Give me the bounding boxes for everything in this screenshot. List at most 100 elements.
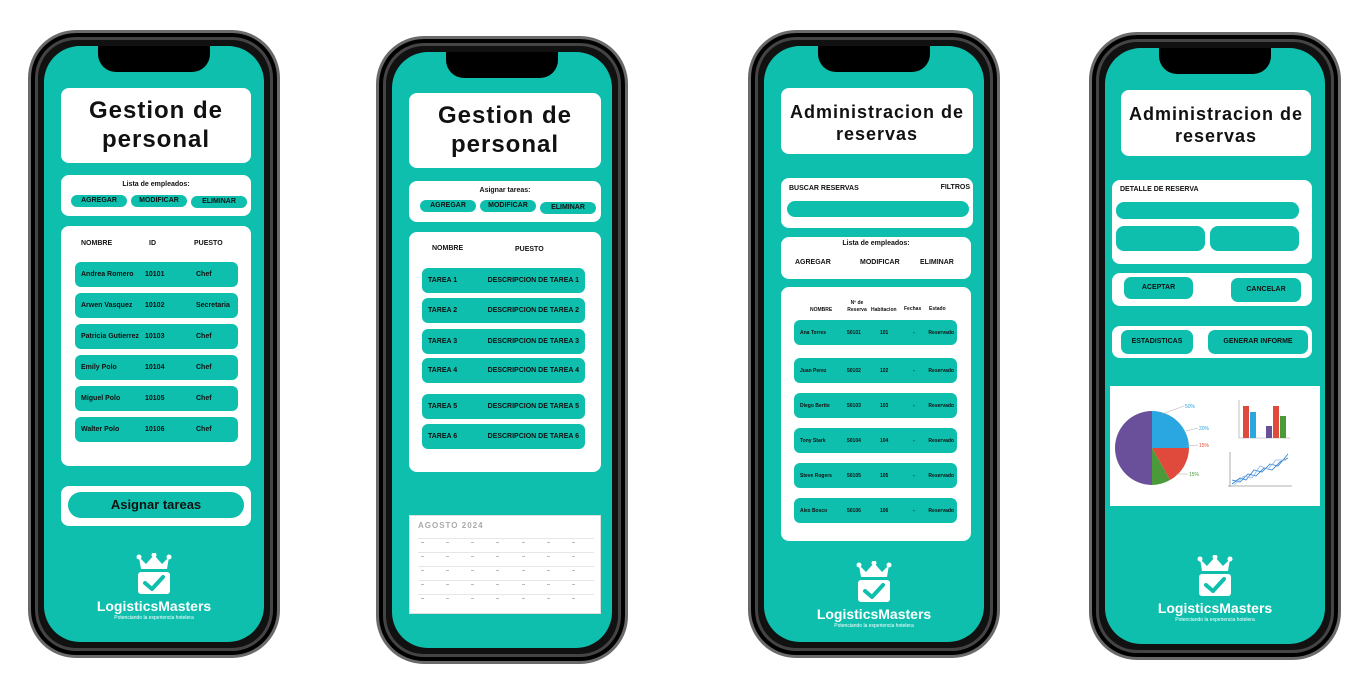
task-row[interactable]: TAREA 1 DESCRIPCION DE TAREA 1 [422,268,585,293]
calendar-cell [418,594,444,608]
cell-descripcion: DESCRIPCION DE TAREA 4 [487,367,579,374]
calendar-cell [568,566,594,580]
calendar-cell [468,552,494,566]
task-row[interactable]: TAREA 2 DESCRIPCION DE TAREA 2 [422,298,585,323]
agregar-button[interactable]: AGREGAR [420,200,476,212]
accept-button[interactable]: ACEPTAR [1124,277,1193,299]
calendar-cell [518,538,544,552]
notch [98,46,210,72]
stats-button[interactable]: ESTADISTICAS [1121,330,1193,354]
cell-nombre: Walter Polo [81,426,120,433]
cancel-button[interactable]: CANCELAR [1231,278,1301,302]
cell-descripcion: DESCRIPCION DE TAREA 1 [487,277,579,284]
crown-check-icon [856,560,892,603]
calendar-cell [543,580,569,594]
brand-tagline: Potenciando la experiencia hotelera [834,623,914,629]
cell-nombre: Emily Polo [81,364,117,371]
header-nombre: NOMBRE [81,240,113,247]
page-title: Administracion de reservas [1128,104,1304,146]
cell-habitacion: 104 [880,438,889,444]
notch [446,52,558,78]
search-card: BUSCAR RESERVAS FILTROS [781,178,973,228]
reservation-row[interactable]: Alex Bosco 50106 106 - Reservado [794,498,957,523]
header-puesto: PUESTO [515,246,544,253]
calendar-cell [443,566,469,580]
pie-label-2: 20% [1199,426,1210,432]
brand-tagline: Potenciando la experiencia hotelera [1175,617,1255,623]
calendar-cell [543,566,569,580]
pie-slice-purple [1115,411,1152,485]
eliminar-button[interactable]: ELIMINAR [920,259,954,266]
filters-button[interactable]: FILTROS [941,184,970,191]
reservation-row[interactable]: Ana Torres 50101 101 - Reservado [794,320,957,345]
detail-field-2[interactable] [1116,226,1205,251]
reservation-row[interactable]: Juan Perez 50102 102 - Reservado [794,358,957,383]
calendar-cell [518,552,544,566]
calendar-cell [518,566,544,580]
eliminar-button[interactable]: ELIMINAR [540,202,596,214]
cell-estado: Reservado [928,473,954,479]
cell-puesto: Chef [196,271,212,278]
brand-tagline: Potenciando la experiencia hotelera [114,615,194,621]
cell-reserva: 50102 [847,368,861,374]
cell-id: 10101 [145,271,165,278]
reservations-toolbar: Lista de empleados: AGREGAR MODIFICAR EL… [781,237,971,279]
cell-habitacion: 106 [880,508,889,514]
reservation-row[interactable]: Tony Stark 50104 104 - Reservado [794,428,957,453]
search-input[interactable] [787,201,969,217]
modificar-button[interactable]: MODIFICAR [480,200,536,212]
header-card: Administracion de reservas [781,88,973,154]
task-row[interactable]: TAREA 5 DESCRIPCION DE TAREA 5 [422,394,585,419]
header-habitacion: Habitacion [871,307,897,313]
calendar-cell [493,580,519,594]
list-title: Lista de empleados: [842,240,910,247]
table-row[interactable]: Andrea Romero 10101 Chef [75,262,238,287]
calendar-cell [468,538,494,552]
modificar-button[interactable]: MODIFICAR [131,195,187,207]
cell-tarea: TAREA 5 [428,403,458,410]
generate-report-button[interactable]: GENERAR INFORME [1208,330,1308,354]
cell-tarea: TAREA 2 [428,307,458,314]
brand-logo: LogisticsMasters Potenciando la experien… [44,552,264,621]
detail-field-3[interactable] [1210,226,1299,251]
task-row[interactable]: TAREA 3 DESCRIPCION DE TAREA 3 [422,329,585,354]
agregar-button[interactable]: AGREGAR [71,195,127,207]
search-label: BUSCAR RESERVAS [789,185,859,192]
table-row[interactable]: Arwen Vasquez 10102 Secretaria [75,293,238,318]
assign-tasks-button[interactable]: Asignar tareas [68,492,244,518]
pie-label-1: 50% [1185,404,1196,410]
header-nombre: NOMBRE [810,307,833,313]
calendar-cell [468,580,494,594]
calendar-cell [468,566,494,580]
table-row[interactable]: Patricia Gutierrez 10103 Chef [75,324,238,349]
calendar-cell [543,552,569,566]
task-row[interactable]: TAREA 6 DESCRIPCION DE TAREA 6 [422,424,585,449]
eliminar-button[interactable]: ELIMINAR [191,196,247,208]
cell-habitacion: 101 [880,330,889,336]
table-row[interactable]: Miguel Polo 10105 Chef [75,386,238,411]
cell-estado: Reservado [928,368,954,374]
task-row[interactable]: TAREA 4 DESCRIPCION DE TAREA 4 [422,358,585,383]
pie-label-4: 15% [1189,472,1200,478]
reservation-row[interactable]: Diego Bertte 50103 103 - Reservado [794,393,957,418]
cell-nombre: Alex Bosco [800,508,828,514]
cell-fechas: - [913,473,915,479]
pie-slice-blue [1152,411,1189,448]
cell-nombre: Ana Torres [800,330,827,336]
table-row[interactable]: Emily Polo 10104 Chef [75,355,238,380]
pie-label-3: 15% [1199,443,1210,449]
phone-asignar-tareas: Gestion de personal Asignar tareas: AGRE… [376,36,628,664]
cell-puesto: Chef [196,364,212,371]
table-row[interactable]: Walter Polo 10106 Chef [75,417,238,442]
reservation-row[interactable]: Steve Rogers 50105 105 - Reservado [794,463,957,488]
header-card: Gestion de personal [61,88,251,163]
cell-estado: Reservado [928,330,954,336]
calendar-cell [418,566,444,580]
detail-field-1[interactable] [1116,202,1299,219]
cell-estado: Reservado [928,438,954,444]
modificar-button[interactable]: MODIFICAR [860,259,900,266]
calendar-cell [568,538,594,552]
cell-tarea: TAREA 6 [428,433,458,440]
cell-habitacion: 105 [880,473,889,479]
agregar-button[interactable]: AGREGAR [795,259,831,266]
